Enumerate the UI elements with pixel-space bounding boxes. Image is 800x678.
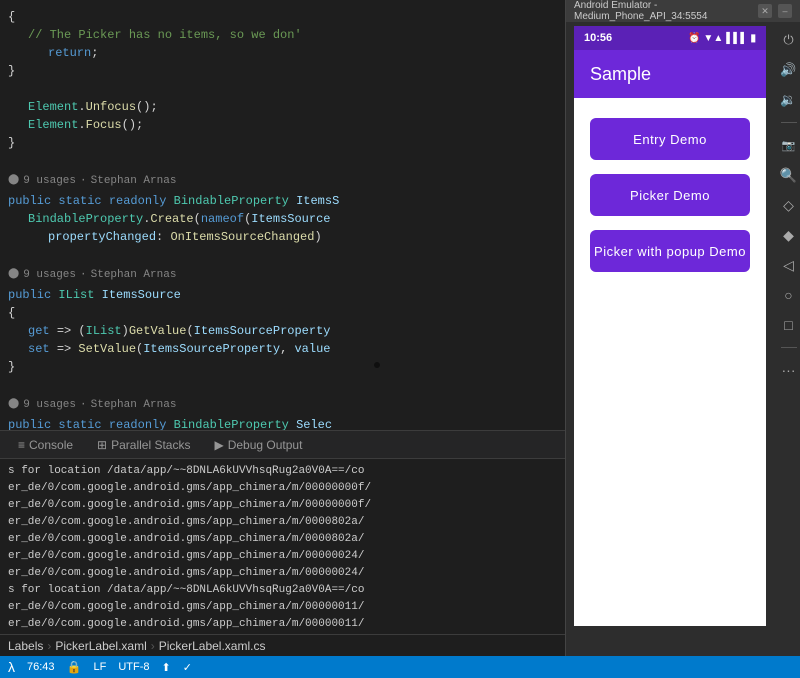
toolbar-separator	[781, 122, 797, 123]
tab-console[interactable]: ≡ Console	[8, 434, 83, 456]
emulator-title: Android Emulator - Medium_Phone_API_34:5…	[574, 0, 758, 22]
alarm-icon: ⏰	[688, 33, 700, 44]
breadcrumb-item[interactable]: PickerLabel.xaml.cs	[159, 639, 266, 653]
status-bar: λ 76:43 🔒 LF UTF-8 ⬆ ✓	[0, 656, 800, 678]
picker-demo-button[interactable]: Picker Demo	[590, 174, 750, 216]
breadcrumb: Labels › PickerLabel.xaml › PickerLabel.…	[0, 634, 565, 656]
recents-icon[interactable]: □	[779, 315, 799, 335]
filled-diamond-icon[interactable]: ◆	[779, 225, 799, 245]
console-icon: ≡	[18, 438, 25, 452]
debug-output-icon: ▶	[214, 438, 223, 452]
more-icon[interactable]: ···	[779, 360, 799, 380]
picker-popup-demo-button[interactable]: Picker with popup Demo	[590, 230, 750, 272]
phone-content: Entry Demo Picker Demo Picker with popup…	[574, 98, 766, 292]
phone-appbar: Sample	[574, 50, 766, 98]
console-line: er_de/0/com.google.android.gms/app_chime…	[0, 616, 565, 633]
tab-debug-label: Debug Output	[228, 438, 303, 452]
zoom-icon[interactable]: 🔍	[779, 165, 799, 185]
diamond-icon[interactable]: ◇	[779, 195, 799, 215]
window-controls: ✕ –	[758, 4, 792, 18]
close-button[interactable]: ✕	[758, 4, 772, 18]
emulator-toolbar: ⏻ 🔊 🔉 📷 🔍 ◇ ◆ ◁ ○ □ ···	[776, 22, 800, 656]
volume-up-icon[interactable]: 🔊	[779, 60, 799, 80]
entry-demo-button[interactable]: Entry Demo	[590, 118, 750, 160]
back-icon[interactable]: ◁	[779, 255, 799, 275]
status-upload-icon: ⬆	[162, 661, 171, 674]
status-lock-icon: 🔒	[67, 660, 82, 674]
wifi-icon: ▼▲	[703, 33, 723, 44]
phone-time: 10:56	[584, 32, 612, 44]
console-line: er_de/0/com.google.android.gms/app_chime…	[0, 599, 565, 616]
phone-status-bar: 10:56 ⏰ ▼▲ ▌▌▌ ▮	[574, 26, 766, 50]
breadcrumb-item[interactable]: PickerLabel.xaml	[55, 639, 146, 653]
emulator-titlebar: Android Emulator - Medium_Phone_API_34:5…	[566, 0, 800, 22]
console-line: er_de/0/com.google.android.gms/app_chime…	[0, 548, 565, 565]
power-icon[interactable]: ⏻	[779, 30, 799, 50]
console-output: s for location /data/app/~~8DNLA6kUVVhsq…	[0, 459, 565, 649]
status-encoding: UTF-8	[118, 661, 149, 673]
meta-usages-3: ⬤ 9 usages · Stephan Arnas	[0, 394, 565, 416]
tab-console-label: Console	[29, 438, 73, 452]
bottom-tabs: ≡ Console ⊞ Parallel Stacks ▶ Debug Outp…	[0, 431, 565, 459]
console-line: s for location /data/app/~~8DNLA6kUVVhsq…	[0, 463, 565, 480]
console-line: er_de/0/com.google.android.gms/app_chime…	[0, 514, 565, 531]
console-line: er_de/0/com.google.android.gms/app_chime…	[0, 480, 565, 497]
phone-signal-icons: ⏰ ▼▲ ▌▌▌ ▮	[688, 33, 756, 44]
emulator-window: Android Emulator - Medium_Phone_API_34:5…	[565, 0, 800, 656]
tab-parallel-stacks[interactable]: ⊞ Parallel Stacks	[87, 434, 200, 456]
console-line: er_de/0/com.google.android.gms/app_chime…	[0, 531, 565, 548]
status-position: 76:43	[27, 661, 55, 673]
tab-debug-output[interactable]: ▶ Debug Output	[204, 434, 312, 456]
status-lambda: λ	[8, 659, 15, 675]
signal-icon: ▌▌▌	[726, 33, 747, 44]
tab-parallel-label: Parallel Stacks	[111, 438, 190, 452]
parallel-stacks-icon: ⊞	[97, 438, 107, 452]
status-check-icon: ✓	[183, 661, 192, 674]
app-title: Sample	[590, 64, 651, 85]
volume-down-icon[interactable]: 🔉	[779, 90, 799, 110]
camera-icon[interactable]: 📷	[779, 135, 799, 155]
status-lf: LF	[93, 661, 106, 673]
console-line: er_de/0/com.google.android.gms/app_chime…	[0, 565, 565, 582]
console-line: s for location /data/app/~~8DNLA6kUVVhsq…	[0, 582, 565, 599]
minimize-button[interactable]: –	[778, 4, 792, 18]
breadcrumb-item[interactable]: Labels	[8, 639, 43, 653]
meta-usages-2: ⬤ 9 usages · Stephan Arnas	[0, 264, 565, 286]
console-line: er_de/0/com.google.android.gms/app_chime…	[0, 497, 565, 514]
phone-screen: 10:56 ⏰ ▼▲ ▌▌▌ ▮ Sample Entry Demo Picke…	[574, 26, 766, 626]
code-editor: { // The Picker has no items, so we don'…	[0, 0, 565, 430]
meta-usages-1: ⬤ 9 usages · Stephan Arnas	[0, 170, 565, 192]
battery-icon: ▮	[750, 33, 756, 44]
home-icon[interactable]: ○	[779, 285, 799, 305]
toolbar-separator-2	[781, 347, 797, 348]
